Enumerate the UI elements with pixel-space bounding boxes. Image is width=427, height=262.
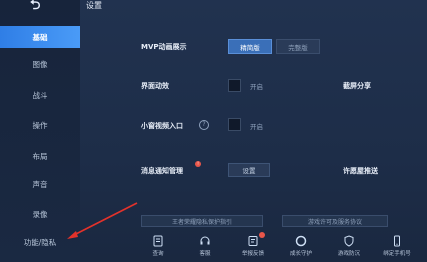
bottom-bar: 查询 客服 举报反馈 成长守护 游戏防沉 绑定手机号: [140, 232, 427, 262]
report-feedback-button[interactable]: 举报反馈: [235, 232, 271, 262]
sidebar-item-controls[interactable]: 操作: [0, 114, 80, 136]
sidebar-item-recording[interactable]: 录像: [0, 203, 80, 225]
license-agreement-link[interactable]: 游戏许可及服务协议: [282, 215, 388, 227]
query-label: 查询: [152, 251, 164, 257]
phone-icon: [391, 235, 403, 247]
sidebar-item-sound[interactable]: 声音: [0, 173, 80, 195]
bind-phone-label: 绑定手机号: [383, 251, 411, 257]
sidebar-item-label: 图像: [32, 59, 48, 69]
report-feedback-label: 举报反馈: [241, 251, 264, 257]
customer-service-label: 客服: [199, 251, 211, 257]
bind-phone-button[interactable]: 绑定手机号: [379, 232, 415, 262]
notification-settings-button[interactable]: 设置: [228, 163, 270, 177]
search-icon: [152, 235, 164, 247]
sidebar-item-privacy[interactable]: 功能/隐私: [0, 231, 80, 253]
sidebar-item-label: 布局: [32, 151, 48, 161]
sidebar-item-label: 功能/隐私: [23, 237, 57, 247]
query-button[interactable]: 查询: [140, 232, 176, 262]
back-arrow-icon[interactable]: ⮌: [30, 0, 54, 12]
anti-addiction-label: 游戏防沉: [337, 251, 360, 257]
sidebar-item-label: 战斗: [32, 90, 48, 100]
privacy-guide-link[interactable]: 王者荣耀隐私保护指引: [141, 215, 263, 227]
sidebar-item-label: 操作: [32, 120, 48, 130]
page-title: 设置: [86, 1, 102, 10]
notification-manage-label: 消息通知管理: [141, 167, 183, 175]
growth-guard-label: 成长守护: [289, 251, 312, 257]
mvp-option-full[interactable]: 完整版: [276, 39, 320, 54]
anti-addiction-button[interactable]: 游戏防沉: [331, 232, 367, 262]
interface-animation-toggle-label: 开启: [250, 83, 263, 91]
shield-icon: [343, 235, 355, 247]
sidebar-item-label: 基础: [32, 32, 48, 42]
report-badge: [259, 232, 265, 238]
sidebar-item-label: 录像: [32, 209, 48, 219]
headset-icon: [199, 235, 211, 247]
report-icon: [247, 235, 259, 247]
sidebar-item-basic[interactable]: 基础: [0, 26, 80, 48]
permission-push-label: 许愿屋推送: [343, 167, 378, 175]
growth-guard-button[interactable]: 成长守护: [283, 232, 319, 262]
sidebar-item-layout[interactable]: 布局: [0, 145, 80, 167]
mini-video-entry-label: 小窗视频入口: [141, 122, 183, 130]
ring-icon: [295, 235, 307, 247]
customer-service-button[interactable]: 客服: [187, 232, 223, 262]
sidebar-item-label: 声音: [32, 179, 48, 189]
mini-video-toggle-label: 开启: [250, 123, 263, 131]
notification-badge: !: [195, 161, 201, 167]
interface-animation-label: 界面动效: [141, 82, 169, 90]
interface-animation-checkbox[interactable]: [228, 79, 241, 92]
help-icon[interactable]: ?: [199, 120, 209, 130]
mvp-animation-label: MVP动画展示: [141, 43, 187, 51]
mvp-option-simple[interactable]: 精简版: [228, 39, 272, 54]
sidebar-item-graphics[interactable]: 图像: [0, 53, 80, 75]
sidebar-item-combat[interactable]: 战斗: [0, 84, 80, 106]
mini-video-checkbox[interactable]: [228, 118, 241, 131]
sidebar: ⮌ 基础 图像 战斗 操作 布局 声音 录像 功能/隐私: [0, 0, 80, 262]
screenshot-share-label: 截屏分享: [343, 82, 371, 90]
